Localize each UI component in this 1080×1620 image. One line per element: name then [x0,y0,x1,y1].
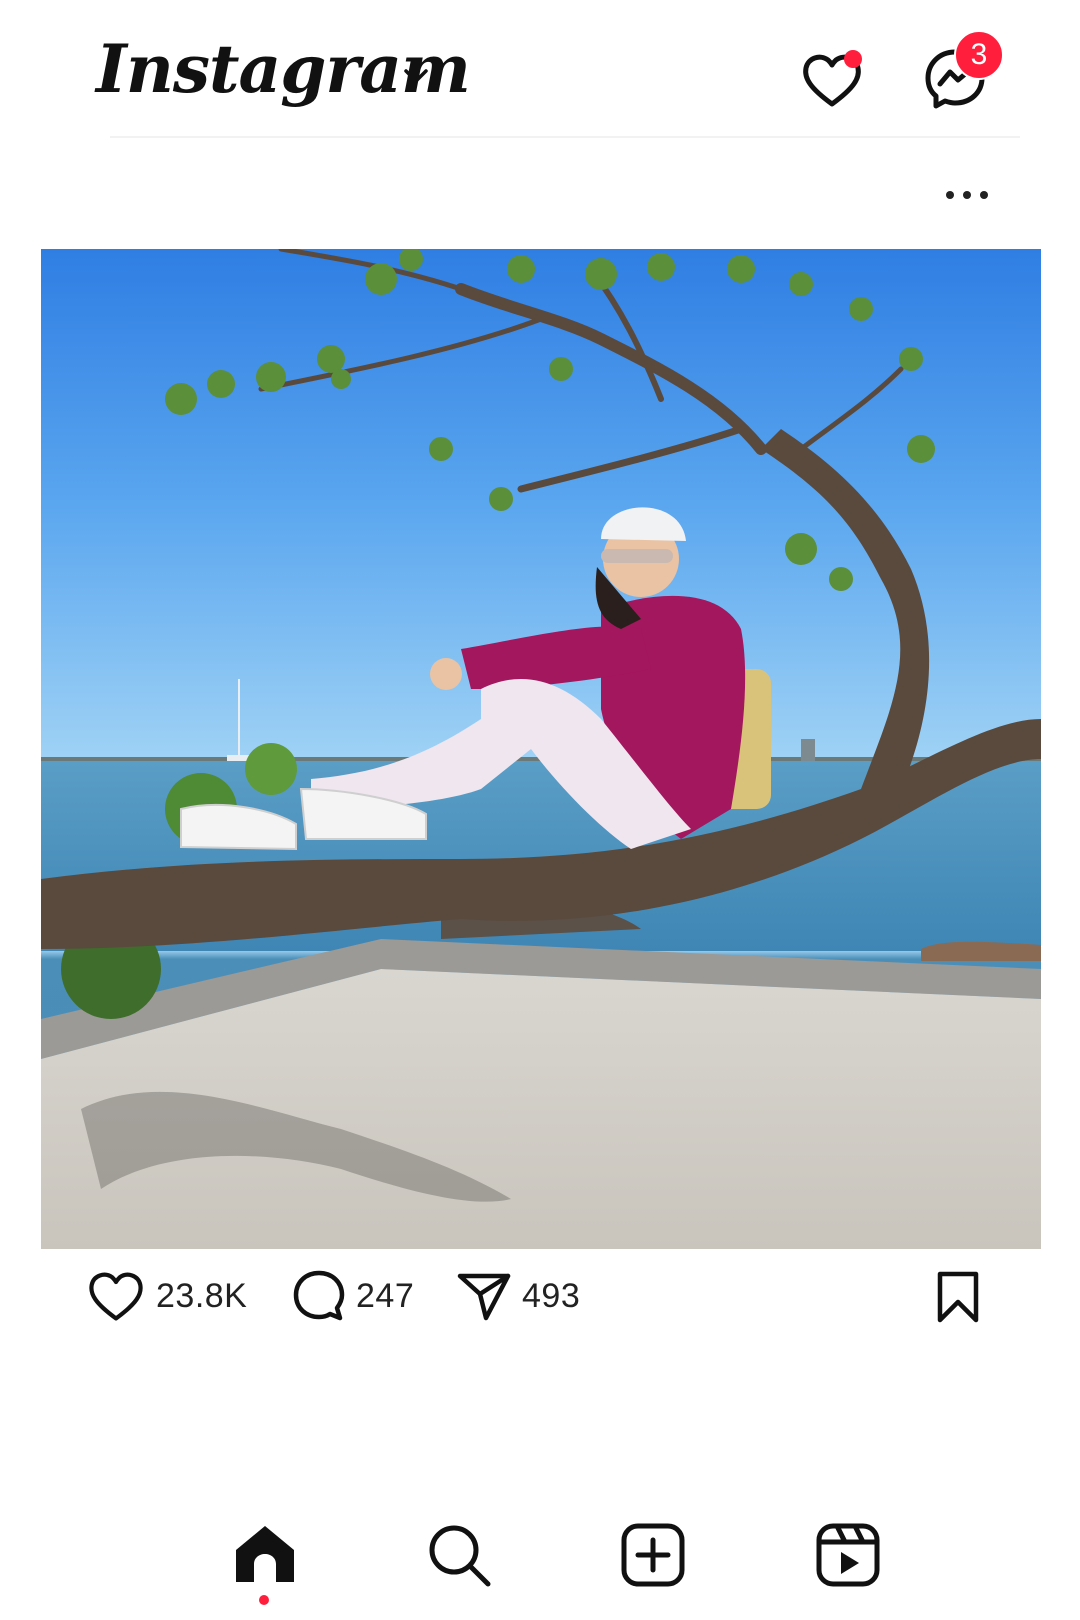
bookmark-icon[interactable] [934,1270,982,1324]
active-indicator-dot [259,1595,269,1605]
reels-icon[interactable] [813,1520,883,1590]
home-icon[interactable] [230,1520,300,1590]
notification-dot [844,50,862,68]
comment-icon [293,1270,345,1321]
share-button[interactable]: 493 [456,1268,580,1324]
photo-illustration [41,249,1041,1249]
create-post-icon[interactable] [618,1520,688,1590]
search-icon[interactable] [424,1520,494,1590]
likes-count: 23.8K [156,1276,248,1315]
comment-button[interactable]: 247 [292,1268,414,1324]
like-button[interactable]: 23.8K [86,1268,247,1324]
heart-outline-icon [89,1272,143,1321]
app-header: Instagram 3 [0,0,1080,140]
more-horizontal-icon[interactable] [946,188,988,202]
shares-count: 493 [522,1276,581,1315]
post-image[interactable] [41,249,1041,1249]
header-divider [110,136,1020,138]
paper-plane-icon [457,1273,511,1321]
comments-count: 247 [356,1276,415,1315]
messages-badge: 3 [954,30,1004,80]
chevron-down-icon[interactable] [402,66,430,86]
